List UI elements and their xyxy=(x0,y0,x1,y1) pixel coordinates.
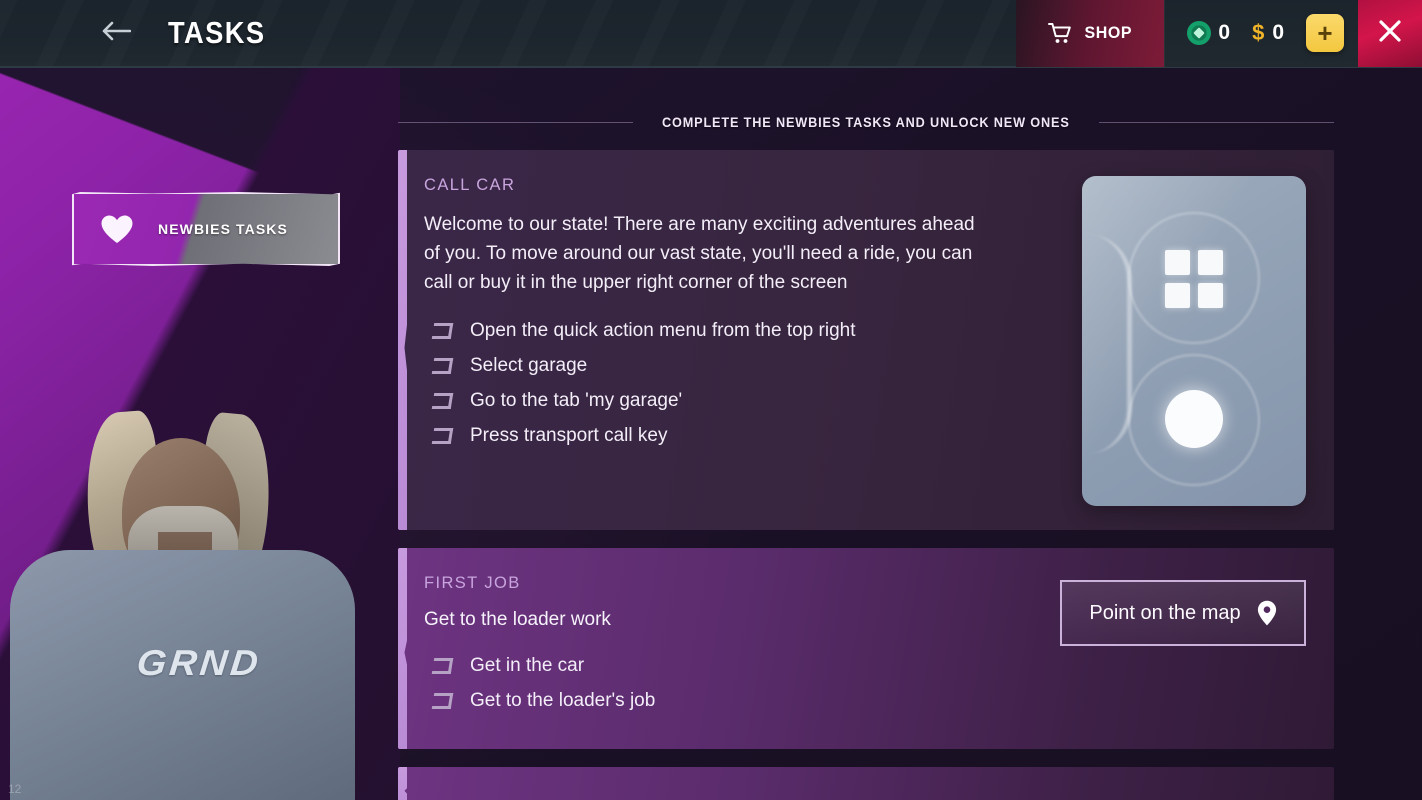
task-card-description: Welcome to our state! There are many exc… xyxy=(424,214,975,293)
task-card-eyebrow: FIRST JOB xyxy=(424,574,521,592)
task-step[interactable]: Open the quick action menu from the top … xyxy=(424,320,1056,342)
gem-icon xyxy=(1187,21,1212,45)
money-value: 0 xyxy=(1272,21,1284,44)
add-currency-button[interactable]: + xyxy=(1306,14,1344,52)
step-bracket-icon xyxy=(431,322,454,339)
task-step-label: Select garage xyxy=(470,354,588,376)
character-avatar: GRND xyxy=(10,330,365,800)
task-step-label: Get to the loader's job xyxy=(470,690,656,711)
circle-dot-icon xyxy=(1165,390,1223,448)
corner-number: 12 xyxy=(8,782,22,796)
quick-action-preview-tile xyxy=(1082,176,1306,506)
close-button[interactable] xyxy=(1358,0,1422,67)
sidebar-item-newbies-tasks[interactable]: NEWBIES TASKS xyxy=(72,192,340,266)
cart-icon xyxy=(1047,22,1072,44)
currency-bar: 0 $ 0 + xyxy=(1164,0,1358,67)
arrow-left-icon xyxy=(101,20,132,47)
task-step-label: Get in the car xyxy=(470,655,585,676)
task-step[interactable]: Get to the loader's job xyxy=(424,690,1056,712)
step-bracket-icon xyxy=(431,392,454,409)
task-step[interactable]: Select garage xyxy=(424,355,1056,377)
money-balance[interactable]: $ 0 xyxy=(1252,20,1284,46)
task-card[interactable]: FIRST JOB Get to the loader work Get in … xyxy=(398,548,1334,749)
point-on-map-button[interactable]: Point on the map xyxy=(1060,580,1306,646)
task-card-eyebrow: CALL CAR xyxy=(424,176,516,194)
point-on-map-label: Point on the map xyxy=(1089,601,1241,624)
step-bracket-icon xyxy=(431,357,454,374)
task-step-label: Open the quick action menu from the top … xyxy=(470,319,856,341)
top-bar: TASKS SHOP 0 $ 0 + xyxy=(0,0,1422,68)
task-card-subtitle: Get to the loader work xyxy=(424,609,611,630)
section-title: COMPLETE THE NEWBIES TASKS AND UNLOCK NE… xyxy=(662,114,1070,130)
map-pin-icon xyxy=(1257,600,1277,626)
gem-value: 0 xyxy=(1218,21,1231,44)
left-panel: GRND NEWBIES TASKS 12 xyxy=(0,68,400,800)
task-card[interactable] xyxy=(398,767,1334,800)
close-icon xyxy=(1377,18,1403,49)
tasks-screen: TASKS SHOP 0 $ 0 + GRND NEWBIES TASKS 12… xyxy=(0,0,1422,800)
section-rule-left xyxy=(398,121,634,123)
task-step[interactable]: Go to the tab 'my garage' xyxy=(424,390,1056,412)
dollar-sign-icon: $ xyxy=(1252,20,1265,45)
step-bracket-icon xyxy=(431,658,454,674)
task-card[interactable]: CALL CAR Welcome to our state! There are… xyxy=(398,150,1334,530)
section-rule-right xyxy=(1098,121,1335,123)
main-content: COMPLETE THE NEWBIES TASKS AND UNLOCK NE… xyxy=(398,68,1422,800)
grid-four-squares-icon xyxy=(1165,250,1223,308)
task-card-list: CALL CAR Welcome to our state! There are… xyxy=(398,150,1334,800)
task-step-label: Go to the tab 'my garage' xyxy=(470,389,683,411)
step-bracket-icon xyxy=(431,427,454,444)
task-step[interactable]: Press transport call key xyxy=(424,425,1056,447)
gem-balance[interactable]: 0 xyxy=(1187,21,1230,45)
heart-icon xyxy=(100,214,134,245)
sidebar-item-label: NEWBIES TASKS xyxy=(158,221,288,237)
task-step-list: Get in the car Get to the loader's job xyxy=(424,655,1056,712)
task-step-list: Open the quick action menu from the top … xyxy=(424,320,1056,447)
tile-arc-line xyxy=(1082,234,1132,454)
shop-button[interactable]: SHOP xyxy=(1016,0,1165,67)
task-step[interactable]: Get in the car xyxy=(424,655,1056,677)
shirt-logo: GRND xyxy=(134,642,264,683)
page-title: TASKS xyxy=(168,15,266,50)
task-step-label: Press transport call key xyxy=(470,424,668,446)
section-header: COMPLETE THE NEWBIES TASKS AND UNLOCK NE… xyxy=(398,112,1335,132)
shop-label: SHOP xyxy=(1084,23,1132,42)
back-button[interactable] xyxy=(86,0,146,67)
step-bracket-icon xyxy=(431,693,454,709)
